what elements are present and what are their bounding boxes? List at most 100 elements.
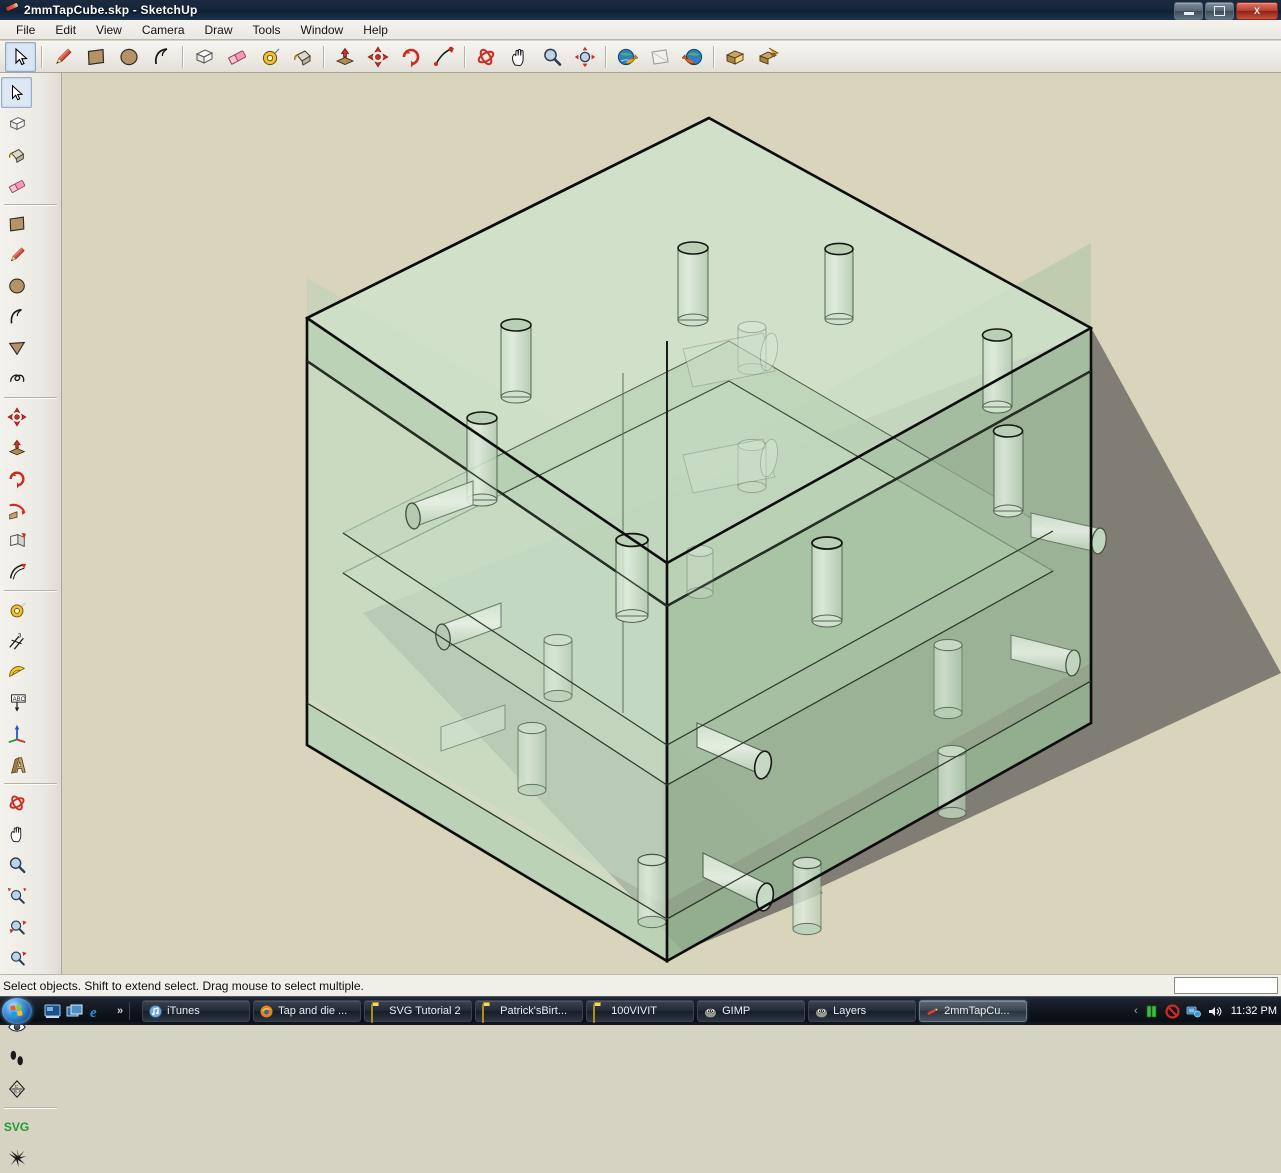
- sidebar-make-component-tool[interactable]: [1, 108, 32, 139]
- sidebar-move-tool[interactable]: [1, 401, 32, 432]
- volume-icon[interactable]: [1207, 1004, 1222, 1019]
- circle-tool[interactable]: [113, 42, 144, 72]
- paint-bucket-tool[interactable]: [287, 42, 318, 72]
- sidebar-separator: [4, 397, 57, 398]
- section-plane-tool[interactable]: [719, 42, 750, 72]
- clock[interactable]: 11:32 PM: [1231, 1005, 1277, 1017]
- previous-view-button[interactable]: [611, 42, 642, 72]
- section-cut-tool[interactable]: [752, 42, 783, 72]
- sidebar-offset-tool[interactable]: [1, 556, 32, 587]
- sidebar-eraser-tool[interactable]: [1, 170, 32, 201]
- sidebar-zoom-extents-tool[interactable]: [1, 911, 32, 942]
- sidebar-rotate-tool[interactable]: [1, 463, 32, 494]
- task-button-svg-tutorial-2[interactable]: SVG Tutorial 2: [364, 1000, 473, 1023]
- sidebar-freehand-tool[interactable]: [1, 363, 32, 394]
- sidebar-select-tool[interactable]: [1, 77, 32, 108]
- orbit-tool[interactable]: [470, 42, 501, 72]
- task-button-100vivit[interactable]: 100VIVIT: [586, 1000, 695, 1023]
- menu-file[interactable]: File: [6, 20, 45, 40]
- menu-view[interactable]: View: [86, 20, 132, 40]
- menu-tools[interactable]: Tools: [243, 20, 291, 40]
- maximize-button[interactable]: [1205, 2, 1234, 20]
- sidebar-separator: [4, 590, 57, 591]
- task-button-itunes[interactable]: iTunes: [142, 1000, 251, 1022]
- tray-expand-icon[interactable]: ‹: [1134, 1005, 1138, 1017]
- minimize-button[interactable]: [1174, 2, 1203, 20]
- window-view-button[interactable]: [644, 42, 675, 72]
- sidebar-rectangle-tool[interactable]: [1, 208, 32, 239]
- move-tool[interactable]: [362, 42, 393, 72]
- make-component-tool[interactable]: [188, 42, 219, 72]
- select-tool[interactable]: [5, 41, 36, 72]
- toolbar-separator: [41, 45, 42, 68]
- scale-tool[interactable]: [428, 42, 459, 72]
- rotate-tool[interactable]: [395, 42, 426, 72]
- network-icon[interactable]: [1186, 1004, 1201, 1019]
- arc-icon: [10, 308, 22, 323]
- next-view-button[interactable]: [677, 42, 708, 72]
- internet-explorer-icon[interactable]: e: [88, 1004, 105, 1021]
- task-label: Layers: [833, 1005, 867, 1017]
- line-tool[interactable]: [47, 42, 78, 72]
- eraser-tool[interactable]: [221, 42, 252, 72]
- pencil-icon: [55, 48, 71, 64]
- sidebar-dimension-tool[interactable]: 3: [1, 625, 32, 656]
- sidebar-polygon-tool[interactable]: [1, 332, 32, 363]
- zoom-tool[interactable]: [536, 42, 567, 72]
- rectangle-tool[interactable]: [80, 42, 111, 72]
- sidebar-axes-tool[interactable]: [1, 718, 32, 749]
- action-blocked-icon[interactable]: [1165, 1003, 1180, 1019]
- menu-window[interactable]: Window: [291, 20, 354, 40]
- sidebar-section-display-tool[interactable]: C R-5: [1, 1073, 32, 1104]
- start-button[interactable]: [2, 998, 32, 1024]
- sidebar-splat-tool[interactable]: [1, 1142, 32, 1173]
- sidebar-zoom-window-tool[interactable]: [1, 880, 32, 911]
- show-desktop-icon[interactable]: [44, 1004, 61, 1019]
- sidebar-orbit-tool[interactable]: [1, 787, 32, 818]
- sidebar-tape-measure-tool[interactable]: [1, 594, 32, 625]
- sidebar-line-tool[interactable]: [1, 239, 32, 270]
- tape-measure-tool[interactable]: [254, 42, 285, 72]
- menu-draw[interactable]: Draw: [195, 20, 243, 40]
- 3d-model-viewport[interactable]: [63, 73, 1281, 974]
- main-toolbar: [0, 41, 1281, 73]
- sidebar-pan-tool[interactable]: [1, 818, 32, 849]
- arc-icon: [154, 47, 167, 64]
- rectangle-icon: [87, 48, 104, 65]
- task-button-sketchup[interactable]: 2mmTapCu...: [919, 1000, 1028, 1022]
- axes-icon: [8, 724, 25, 743]
- sidebar-push-pull-tool[interactable]: [1, 432, 32, 463]
- dimension-icon: 3: [8, 632, 24, 650]
- sidebar-arc-tool[interactable]: [1, 301, 32, 332]
- system-tray: ‹ 11:32 PM: [1134, 1003, 1277, 1019]
- pan-tool[interactable]: [503, 42, 534, 72]
- sidebar-text-tool[interactable]: ABC: [1, 687, 32, 718]
- sidebar-walk-tool[interactable]: [1, 1042, 32, 1073]
- sidebar-follow-me-tool[interactable]: [1, 494, 32, 525]
- task-button-firefox[interactable]: Tap and die ...: [253, 1000, 362, 1022]
- menu-edit[interactable]: Edit: [45, 20, 86, 40]
- task-button-patricks-birthday[interactable]: Patrick'sBirt...: [475, 1000, 584, 1023]
- switch-windows-icon[interactable]: [66, 1004, 83, 1019]
- sidebar-circle-tool[interactable]: [1, 270, 32, 301]
- sidebar-zoom-tool[interactable]: [1, 849, 32, 880]
- push-pull-tool[interactable]: [329, 42, 360, 72]
- battery-icon[interactable]: [1144, 1004, 1159, 1019]
- menu-help[interactable]: Help: [353, 20, 398, 40]
- sidebar-scale-tool[interactable]: [1, 525, 32, 556]
- arc-tool[interactable]: [146, 42, 177, 72]
- zoom-extents-tool[interactable]: [569, 42, 600, 72]
- polygon-triangle-icon: [8, 341, 25, 355]
- task-label: SVG Tutorial 2: [389, 1005, 461, 1017]
- sidebar-svg-export-tool[interactable]: SVG: [1, 1111, 32, 1142]
- sidebar-3d-text-tool[interactable]: [1, 749, 32, 780]
- measurement-value-box[interactable]: [1174, 977, 1278, 994]
- quick-launch-overflow-icon[interactable]: »: [117, 1005, 123, 1017]
- menu-camera[interactable]: Camera: [132, 20, 195, 40]
- sidebar-paint-bucket-tool[interactable]: [1, 139, 32, 170]
- task-button-gimp[interactable]: GIMP: [697, 1000, 806, 1022]
- task-button-layers[interactable]: Layers: [808, 1000, 917, 1022]
- close-button[interactable]: X: [1236, 2, 1278, 20]
- sidebar-previous-view-button[interactable]: [1, 942, 32, 973]
- sidebar-protractor-tool[interactable]: [1, 656, 32, 687]
